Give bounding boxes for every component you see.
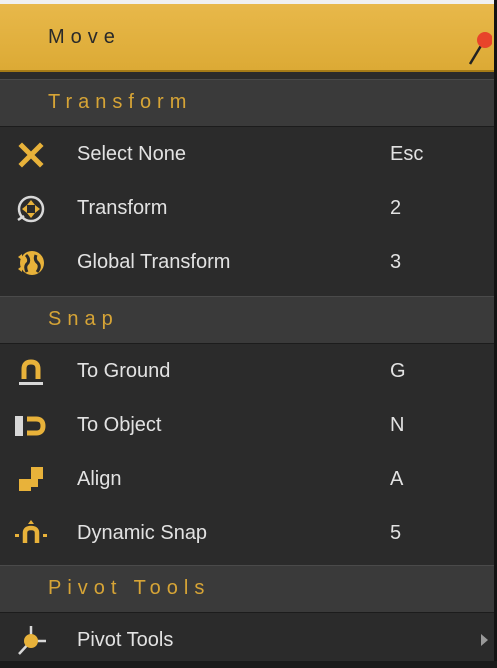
menu-item-dynamic-snap[interactable]: Dynamic Snap 5 xyxy=(0,507,494,561)
magnet-object-icon xyxy=(15,416,46,436)
transform-icon xyxy=(17,195,45,223)
section-label: Snap xyxy=(48,308,119,330)
menu-item-shortcut: 2 xyxy=(390,197,402,219)
menu-title-bar: Move xyxy=(0,4,494,72)
menu-item-label: Global Transform xyxy=(77,251,231,273)
align-icon xyxy=(19,467,43,491)
menu-item-shortcut: G xyxy=(390,360,406,382)
menu-item-label: Pivot Tools xyxy=(77,629,174,651)
menu-item-global-transform[interactable]: Global Transform 3 xyxy=(0,236,494,290)
section-header-pivot-tools: Pivot Tools xyxy=(0,565,494,613)
globe-icon xyxy=(18,251,44,275)
menu-item-pivot-tools[interactable]: Pivot Tools xyxy=(0,614,494,668)
menu-item-shortcut: A xyxy=(390,468,404,490)
magnet-ground-icon xyxy=(19,359,43,385)
dynamic-snap-icon xyxy=(15,520,47,543)
menu-item-label: Dynamic Snap xyxy=(77,522,208,544)
menu-item-to-ground[interactable]: To Ground G xyxy=(0,345,494,399)
menu-item-label: Align xyxy=(77,468,122,490)
section-header-transform: Transform xyxy=(0,79,494,127)
menu-item-select-none[interactable]: Select None Esc xyxy=(0,128,494,182)
menu-item-align[interactable]: Align A xyxy=(0,453,494,507)
menu-title: Move xyxy=(48,26,121,48)
pin-icon[interactable] xyxy=(468,30,492,66)
menu-item-label: Transform xyxy=(77,197,168,219)
menu-item-label: To Ground xyxy=(77,360,171,382)
pivot-icon xyxy=(18,626,46,655)
menu-item-label: Select None xyxy=(77,143,186,165)
menu-item-transform[interactable]: Transform 2 xyxy=(0,182,494,236)
submenu-arrow-icon xyxy=(481,634,488,646)
menu-item-label: To Object xyxy=(77,414,162,436)
section-header-snap: Snap xyxy=(0,296,494,344)
move-menu: Move Transform Select None Esc Transform… xyxy=(0,0,497,661)
section-label: Pivot Tools xyxy=(48,577,211,599)
menu-item-shortcut: N xyxy=(390,414,405,436)
menu-item-shortcut: 3 xyxy=(390,251,402,273)
menu-item-shortcut: Esc xyxy=(390,143,424,165)
section-label: Transform xyxy=(48,91,193,113)
x-icon xyxy=(18,142,44,168)
menu-item-shortcut: 5 xyxy=(390,522,402,544)
menu-item-to-object[interactable]: To Object N xyxy=(0,399,494,453)
